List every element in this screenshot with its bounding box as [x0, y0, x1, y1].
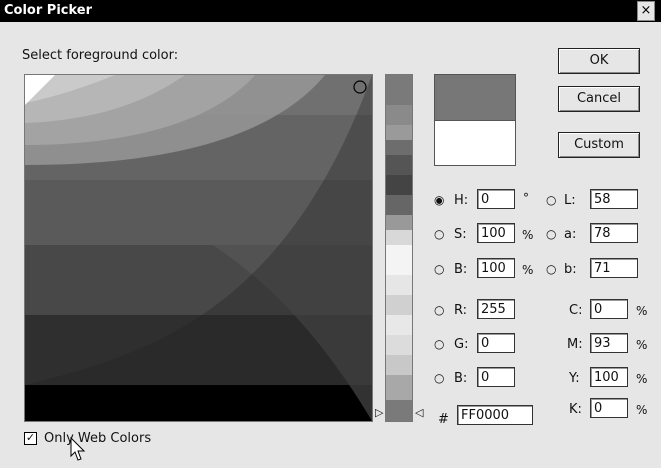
hex-label: # [438, 412, 449, 427]
b-input[interactable]: 100 [477, 258, 515, 278]
label-h: H: [454, 193, 469, 208]
y-unit: % [636, 372, 648, 386]
custom-button[interactable]: Custom [558, 132, 640, 158]
label-a: a: [564, 227, 577, 242]
only-web-colors-label[interactable]: Only Web Colors [44, 431, 151, 446]
radio-s[interactable]: ○ [434, 227, 444, 241]
h-input[interactable]: 0 [477, 189, 515, 209]
h-unit: ° [523, 191, 529, 205]
radio-l[interactable]: ○ [546, 193, 556, 207]
l-input[interactable]: 58 [590, 189, 638, 209]
m-input[interactable]: 93 [590, 333, 628, 353]
window-title: Color Picker [4, 3, 93, 18]
m-unit: % [636, 338, 648, 352]
label-m: M: [567, 337, 583, 352]
radio-a[interactable]: ○ [546, 227, 556, 241]
close-icon[interactable]: × [637, 1, 655, 21]
current-color-swatch [434, 120, 516, 166]
color-field[interactable] [24, 74, 373, 422]
b-unit: % [522, 263, 534, 277]
radio-b[interactable]: ○ [434, 262, 444, 276]
radio-r[interactable]: ○ [434, 303, 444, 317]
label-b: B: [454, 262, 468, 277]
slider-left-arrow-icon[interactable]: ▷ [375, 406, 383, 419]
mouse-pointer-icon [70, 437, 86, 461]
label-l: L: [564, 193, 576, 208]
rgb-b-input[interactable]: 0 [477, 367, 515, 387]
new-color-swatch [434, 74, 516, 121]
r-input[interactable]: 255 [477, 299, 515, 319]
label-g: G: [454, 337, 469, 352]
cancel-button[interactable]: Cancel [558, 86, 640, 112]
ok-button[interactable]: OK [558, 48, 640, 74]
label-r: R: [454, 303, 468, 318]
label-lab-b: b: [564, 262, 577, 277]
y-input[interactable]: 100 [590, 367, 628, 387]
only-web-colors-checkbox[interactable]: ✓ [24, 432, 37, 445]
lab-b-input[interactable]: 71 [590, 258, 638, 278]
s-input[interactable]: 100 [477, 223, 515, 243]
label-k: K: [569, 402, 582, 417]
g-input[interactable]: 0 [477, 333, 515, 353]
radio-rgb-b[interactable]: ○ [434, 371, 444, 385]
k-unit: % [636, 403, 648, 417]
label-s: S: [454, 227, 467, 242]
c-unit: % [636, 304, 648, 318]
label-y: Y: [569, 371, 580, 386]
radio-h[interactable]: ◉ [434, 193, 444, 207]
s-unit: % [522, 228, 534, 242]
hex-input[interactable]: FF0000 [457, 405, 533, 425]
radio-g[interactable]: ○ [434, 337, 444, 351]
title-bar: Color Picker × [0, 0, 661, 22]
radio-lab-b[interactable]: ○ [546, 262, 556, 276]
c-input[interactable]: 0 [590, 299, 628, 319]
k-input[interactable]: 0 [590, 398, 628, 418]
hue-slider[interactable] [385, 74, 413, 422]
prompt-label: Select foreground color: [22, 48, 179, 63]
slider-right-arrow-icon[interactable]: ◁ [415, 406, 423, 419]
a-input[interactable]: 78 [590, 223, 638, 243]
label-c: C: [569, 303, 583, 318]
label-rgb-b: B: [454, 371, 468, 386]
